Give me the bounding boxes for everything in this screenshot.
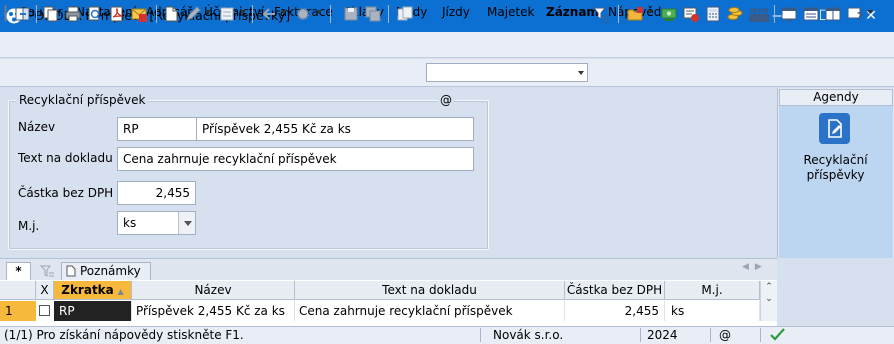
filter-tab-icon[interactable] <box>40 264 54 278</box>
column-header-zkratka-label: Zkratka <box>61 283 114 297</box>
status-separator <box>480 328 481 342</box>
tab-poznamky[interactable]: Poznámky <box>61 262 151 280</box>
cell-mj[interactable]: ks <box>665 301 760 321</box>
calc-icon[interactable] <box>218 5 236 23</box>
row-number[interactable]: 1 <box>0 301 36 321</box>
cell-text[interactable]: Cena zahrnuje recyklační příspěvek <box>295 301 565 321</box>
sort-ascending-icon: ▲ <box>117 287 124 296</box>
quick-search-combo[interactable] <box>426 63 588 82</box>
edit-icon[interactable] <box>184 5 202 23</box>
cell-zkratka[interactable]: RP <box>54 301 132 321</box>
tab-scroll-arrows[interactable]: ◀▶ <box>742 262 768 272</box>
email-icon[interactable] <box>130 5 148 23</box>
chevron-down-icon <box>184 221 192 226</box>
toolbar-separator <box>36 5 37 23</box>
group-title: Recyklační příspěvek <box>16 93 149 107</box>
column-header-rownum <box>0 281 36 300</box>
cell-castka[interactable]: 2,455 <box>565 301 665 321</box>
calculator-icon[interactable] <box>704 5 722 23</box>
column-header-zkratka[interactable]: Zkratka ▲ <box>54 281 132 300</box>
text-na-dokladu-field[interactable]: Cena zahrnuje recyklační příspěvek <box>117 147 474 171</box>
copy-icon[interactable] <box>42 5 60 23</box>
chevron-down-icon[interactable] <box>205 10 211 14</box>
status-company: Novák s.r.o. <box>493 328 564 342</box>
column-header-text[interactable]: Text na dokladu <box>295 281 565 300</box>
castka-label: Částka bez DPH <box>18 186 114 200</box>
agendy-header: Agendy <box>779 89 893 106</box>
back-icon[interactable] <box>260 5 278 23</box>
toolbar-separator <box>330 5 331 23</box>
checkmark-icon <box>770 328 785 341</box>
menu-majetek[interactable]: Majetek <box>487 5 534 19</box>
nazev-code-field[interactable]: RP <box>117 117 197 141</box>
nazev-label: Název <box>18 120 56 134</box>
columns-icon[interactable] <box>824 5 842 23</box>
text-na-dokladu-label: Text na dokladu <box>18 151 113 165</box>
toolbar-separator <box>388 5 389 23</box>
mj-label: M.j. <box>18 219 40 233</box>
status-help-text: (1/1) Pro získání nápovědy stiskněte F1. <box>4 328 244 342</box>
chevron-down-icon[interactable] <box>316 10 322 14</box>
cell-nazev[interactable]: Příspěvek 2,455 Kč za ks <box>132 301 295 321</box>
chevron-down-icon[interactable] <box>281 10 287 14</box>
duplicate-icon[interactable] <box>396 5 414 23</box>
chevron-down-icon[interactable] <box>867 10 873 14</box>
print-preview-icon[interactable] <box>86 5 104 23</box>
layout-icon[interactable] <box>802 5 820 23</box>
mj-dropdown-button[interactable] <box>178 212 195 234</box>
filter-icon[interactable] <box>592 5 610 23</box>
tab-poznamky-label: Poznámky <box>80 264 141 278</box>
svg-text:IBAN: IBAN <box>749 7 768 15</box>
menu-bar <box>0 32 894 58</box>
column-header-castka[interactable]: Částka bez DPH <box>565 281 665 300</box>
coins-icon[interactable] <box>726 5 744 23</box>
toolbar-separator <box>156 5 157 23</box>
toolbar-grip-icon[interactable] <box>4 6 7 22</box>
nazev-field[interactable]: Příspěvek 2,455 Kč za ks <box>196 117 474 141</box>
menu-zaznam[interactable]: Záznam <box>546 5 599 19</box>
card-icon[interactable] <box>682 5 700 23</box>
chevron-down-icon[interactable] <box>578 71 584 75</box>
help-icon[interactable]: ? <box>846 5 864 23</box>
mj-value: ks <box>123 216 137 230</box>
print-icon[interactable] <box>64 5 82 23</box>
save-all-icon[interactable] <box>364 5 382 23</box>
status-separator <box>640 328 641 342</box>
pdf-icon[interactable] <box>108 5 126 23</box>
status-separator <box>710 328 711 342</box>
mj-select[interactable]: ks <box>117 211 196 235</box>
group-marker: @ <box>438 93 454 107</box>
chevron-down-icon[interactable] <box>240 10 246 14</box>
agendy-item-label: Recyklační příspěvky <box>803 153 868 182</box>
castka-field[interactable]: 2,455 <box>117 181 196 205</box>
menu-jizdy[interactable]: Jízdy <box>442 5 470 19</box>
status-separator <box>760 328 761 342</box>
folder-icon[interactable] <box>626 5 644 23</box>
status-year: 2024 <box>647 328 678 342</box>
column-header-mj[interactable]: M.j. <box>665 281 760 300</box>
menu-nastaveni[interactable]: Nastavení <box>76 5 136 19</box>
tab-star[interactable]: * <box>6 262 31 280</box>
column-header-x[interactable]: X <box>36 281 54 300</box>
toolbar-separator <box>774 5 775 23</box>
document-edit-icon[interactable] <box>819 113 850 144</box>
money-icon[interactable] <box>660 5 678 23</box>
new-record-icon[interactable] <box>162 5 180 23</box>
chevron-down-icon[interactable] <box>647 10 653 14</box>
status-marker: @ <box>719 328 731 342</box>
settings-icon[interactable] <box>294 5 312 23</box>
column-header-nazev[interactable]: Název <box>132 281 295 300</box>
save-icon[interactable] <box>342 5 360 23</box>
window-icon[interactable] <box>780 5 798 23</box>
iban-icon[interactable]: IBAN <box>748 5 770 23</box>
svg-text:?: ? <box>857 10 863 23</box>
row-checkbox[interactable] <box>39 305 50 316</box>
toolbar-separator <box>618 5 619 23</box>
open-agenda-icon[interactable] <box>14 5 32 23</box>
grid-scrollbar[interactable]: ⌃ ⌄ <box>760 281 777 321</box>
note-icon <box>66 265 76 277</box>
toolbar-separator <box>252 5 253 23</box>
